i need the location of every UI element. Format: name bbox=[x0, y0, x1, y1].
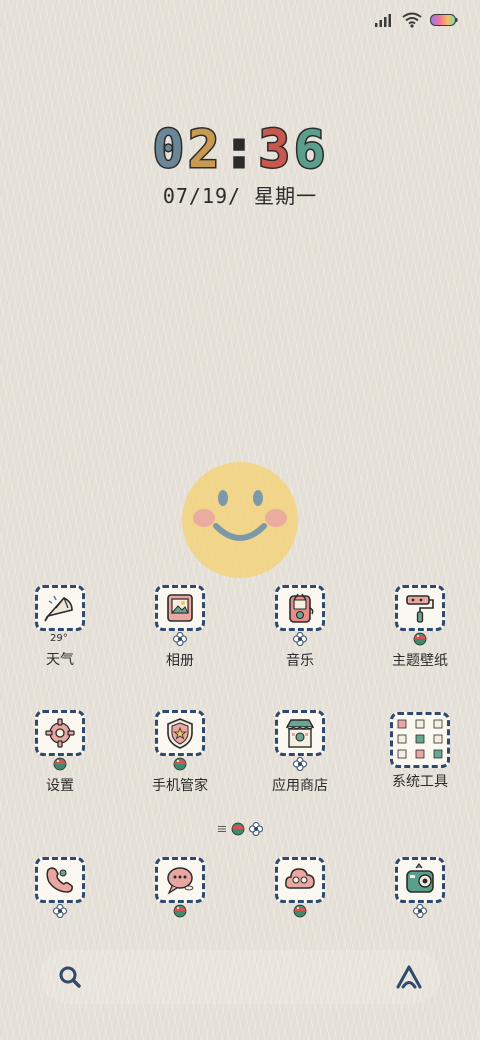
store-icon bbox=[285, 719, 315, 748]
clock-digit: 2 bbox=[187, 119, 222, 182]
signal-icon bbox=[375, 14, 391, 27]
app-system-tools-folder[interactable]: 系统工具 bbox=[360, 710, 480, 795]
app-store[interactable]: 应用商店 bbox=[240, 710, 360, 795]
app-music[interactable]: 音乐 bbox=[240, 585, 360, 670]
flower-badge-icon bbox=[173, 632, 187, 646]
weather-temperature: 29° bbox=[50, 633, 68, 644]
shield-icon bbox=[167, 718, 193, 749]
assistant-icon[interactable] bbox=[394, 963, 424, 991]
app-label: 天气 bbox=[46, 652, 74, 668]
app-icon-frame[interactable] bbox=[35, 857, 85, 903]
ball-badge-icon bbox=[293, 904, 307, 918]
menu-lines-icon bbox=[218, 826, 226, 832]
app-icon-frame[interactable] bbox=[35, 585, 85, 631]
flower-badge-icon bbox=[293, 632, 307, 646]
app-messages[interactable] bbox=[120, 857, 240, 918]
app-gallery[interactable]: 相册 bbox=[120, 585, 240, 670]
ball-badge-icon bbox=[53, 757, 67, 771]
gear-icon bbox=[45, 718, 75, 748]
message-icon bbox=[167, 867, 194, 895]
app-icon-frame[interactable] bbox=[155, 585, 205, 631]
app-icon-frame[interactable] bbox=[275, 857, 325, 903]
app-label: 设置 bbox=[46, 778, 74, 794]
app-themes[interactable]: 主题壁纸 bbox=[360, 585, 480, 670]
app-icon-frame[interactable] bbox=[155, 857, 205, 903]
clock-digit: 6 bbox=[292, 119, 328, 182]
flower-badge-icon bbox=[53, 904, 67, 918]
photo-icon bbox=[167, 594, 193, 622]
clock-time: 0 2 : 3 6 bbox=[151, 119, 328, 182]
paint-roller-icon bbox=[406, 595, 434, 623]
flower-badge-icon bbox=[413, 904, 427, 918]
clock-date: 07/19/ 星期一 bbox=[162, 184, 318, 208]
app-weather[interactable]: 29° 天气 bbox=[0, 585, 120, 670]
app-label: 应用商店 bbox=[272, 778, 328, 794]
status-bar bbox=[374, 8, 458, 32]
app-icon-frame[interactable] bbox=[395, 857, 445, 903]
ball-badge-icon bbox=[413, 632, 427, 646]
search-bar[interactable] bbox=[40, 950, 440, 1004]
app-label: 主题壁纸 bbox=[392, 653, 448, 669]
cloud-icon bbox=[285, 868, 315, 889]
tools-folder-icon bbox=[397, 719, 443, 759]
clock-widget[interactable]: 0 2 : 3 6 07/19/ 星期一 bbox=[0, 119, 480, 209]
app-label: 系统工具 bbox=[392, 774, 448, 790]
app-icon-frame[interactable] bbox=[275, 710, 325, 756]
app-label: 相册 bbox=[166, 653, 194, 669]
page-dot-icon bbox=[249, 822, 263, 836]
phone-icon bbox=[46, 867, 73, 893]
ball-badge-icon bbox=[173, 757, 187, 771]
music-player-icon bbox=[289, 593, 314, 623]
app-icon-frame[interactable] bbox=[155, 710, 205, 756]
camera-icon bbox=[406, 863, 434, 893]
app-camera[interactable] bbox=[360, 857, 480, 918]
ball-badge-icon bbox=[173, 904, 187, 918]
clock-digit: 0 bbox=[151, 119, 187, 182]
app-icon-frame[interactable] bbox=[35, 710, 85, 756]
app-icon-frame[interactable] bbox=[275, 585, 325, 631]
clock-colon: : bbox=[222, 119, 257, 182]
app-settings[interactable]: 设置 bbox=[0, 710, 120, 795]
page-indicator[interactable] bbox=[0, 822, 480, 836]
app-phone[interactable] bbox=[0, 857, 120, 918]
flower-badge-icon bbox=[293, 757, 307, 771]
app-row: 29° 天气 相册 音乐 主题壁纸 bbox=[0, 585, 480, 670]
clock-digit: 3 bbox=[257, 119, 292, 182]
app-icon-frame[interactable] bbox=[395, 585, 445, 631]
app-label: 手机管家 bbox=[152, 778, 208, 794]
app-browser[interactable] bbox=[240, 857, 360, 918]
umbrella-icon bbox=[44, 595, 73, 622]
page-dot-active-icon bbox=[231, 822, 245, 836]
app-row: 设置 手机管家 应用商店 系统工具 bbox=[0, 710, 480, 795]
battery-icon bbox=[430, 14, 458, 26]
app-phone-manager[interactable]: 手机管家 bbox=[120, 710, 240, 795]
search-icon[interactable] bbox=[56, 963, 84, 991]
folder-frame[interactable] bbox=[390, 712, 450, 768]
wifi-icon bbox=[402, 12, 422, 28]
smiley-face-icon bbox=[182, 462, 298, 578]
dock-row bbox=[0, 857, 480, 918]
app-label: 音乐 bbox=[286, 653, 314, 669]
